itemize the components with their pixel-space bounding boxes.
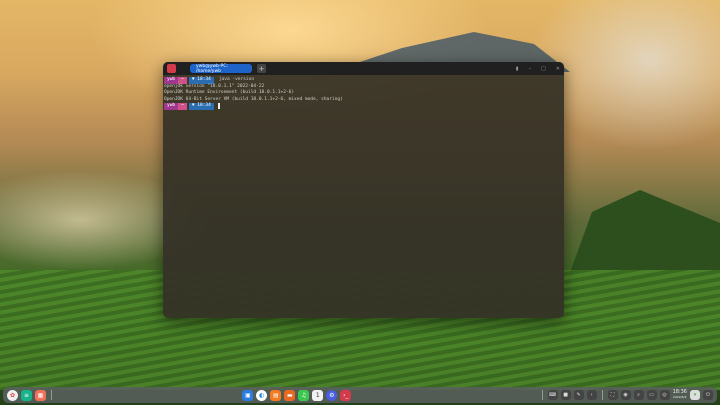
- close-button[interactable]: ✕: [556, 66, 560, 72]
- terminal-window[interactable]: ywb@ywb-PC: /home/ywb + ▮ – □ ✕ ywb ~ ▼ …: [163, 62, 564, 318]
- terminal-output[interactable]: ywb ~ ▼ 18:34 java -version openjdk vers…: [163, 75, 564, 112]
- divider: [51, 390, 52, 400]
- music-icon[interactable]: ♫: [298, 389, 310, 401]
- keyboard-icon[interactable]: ⌨: [547, 390, 558, 400]
- clock[interactable]: 18:36 2022/6/2: [673, 390, 687, 400]
- file-manager-icon[interactable]: ▣: [242, 389, 254, 401]
- prompt-time-text: 18:34: [197, 103, 211, 108]
- control-center-icon[interactable]: ◎: [659, 390, 670, 400]
- terminal-app-icon[interactable]: [167, 64, 176, 73]
- new-tab-button[interactable]: +: [257, 64, 266, 73]
- divider: [601, 390, 603, 400]
- prompt-user: ywb: [164, 103, 179, 110]
- cursor: [217, 103, 220, 110]
- prompt-time: ▼ 18:34: [188, 77, 214, 84]
- terminal-titlebar[interactable]: ywb@ywb-PC: /home/ywb + ▮ – □ ✕: [163, 62, 564, 75]
- search-icon[interactable]: ⌕: [633, 390, 644, 400]
- prompt-time: ▼ 18:34: [188, 103, 214, 110]
- clock-date: 2022/6/2: [673, 395, 687, 399]
- browser-icon[interactable]: ◐: [256, 389, 268, 401]
- launcher-icon[interactable]: ✿: [7, 389, 18, 401]
- taskbar: ✿ ≡ ▦ ▣ ◐ ▤ ▬ ♫ 1 ⚙ ›_ ⌨ ■ ✎ › ⛶ ◉ ⌕ ▭ ◎…: [3, 387, 717, 403]
- prompt-time-text: 18:34: [197, 77, 211, 82]
- prompt-dir: ~: [178, 103, 187, 110]
- tab-title: ywb@ywb-PC: /home/ywb: [196, 63, 228, 74]
- settings-icon[interactable]: ⚙: [326, 389, 338, 401]
- minimize-button[interactable]: –: [529, 66, 532, 72]
- network-icon[interactable]: ◉: [620, 390, 631, 400]
- screen-record-icon[interactable]: ■: [560, 390, 571, 400]
- image-viewer-icon[interactable]: ▬: [284, 389, 296, 401]
- prompt-line: ywb ~ ▼ 18:34: [164, 103, 563, 110]
- expand-tray-icon[interactable]: ›: [586, 390, 597, 400]
- notification-center-icon[interactable]: ▭: [646, 390, 657, 400]
- command-text: java -version: [218, 77, 255, 82]
- pen-icon[interactable]: ✎: [573, 390, 584, 400]
- workspace-icon[interactable]: ▦: [35, 389, 46, 401]
- power-icon[interactable]: ⏻: [702, 390, 713, 400]
- screenshot-icon[interactable]: ⛶: [607, 390, 618, 400]
- terminal-taskbar-icon[interactable]: ›_: [340, 389, 352, 401]
- divider: [541, 390, 543, 400]
- prompt-user: ywb: [164, 77, 179, 84]
- multitask-view-icon[interactable]: ≡: [21, 389, 32, 401]
- maximize-button[interactable]: □: [541, 66, 546, 72]
- trash-icon[interactable]: ▾: [689, 390, 700, 400]
- app-store-icon[interactable]: ▤: [270, 389, 282, 401]
- calendar-icon[interactable]: 1: [312, 389, 324, 401]
- menu-icon[interactable]: ▮: [516, 66, 519, 72]
- terminal-tab[interactable]: ywb@ywb-PC: /home/ywb: [190, 63, 252, 74]
- prompt-dir: ~: [178, 77, 187, 84]
